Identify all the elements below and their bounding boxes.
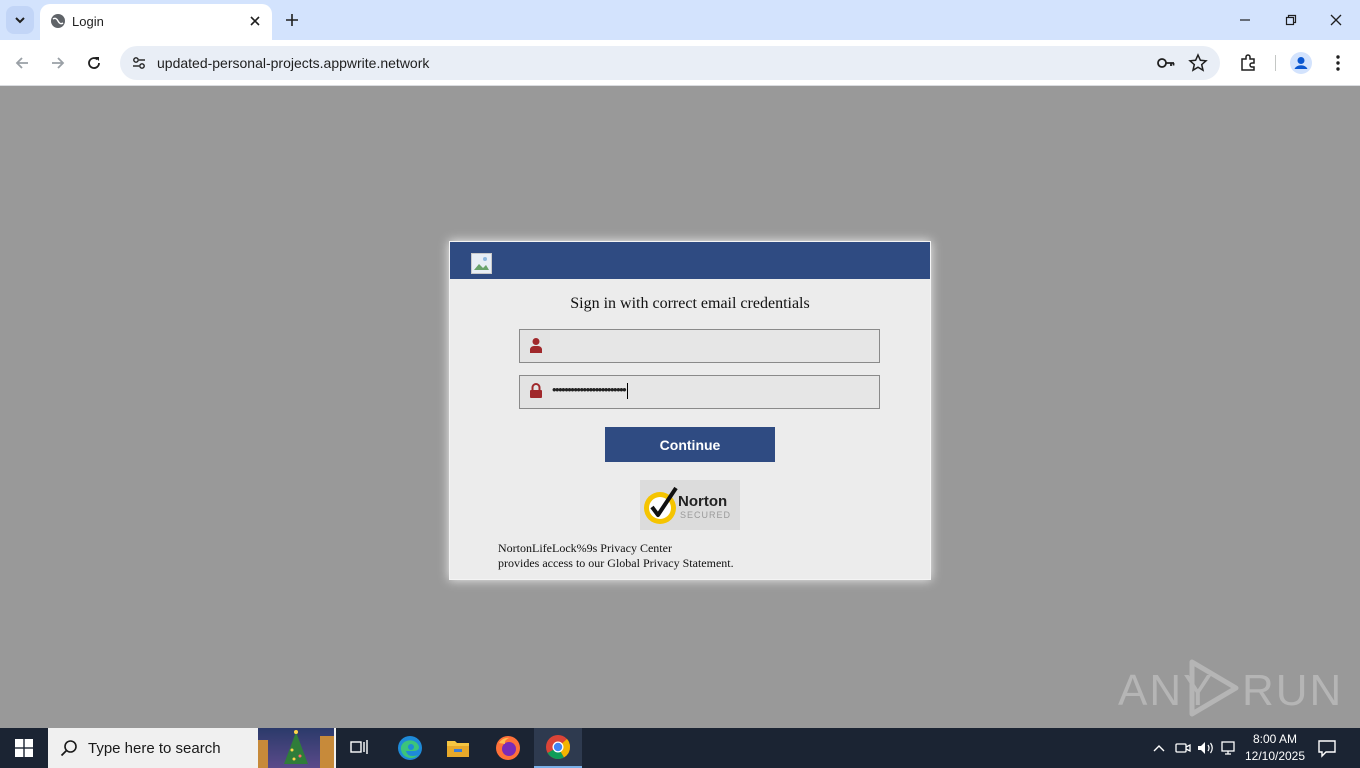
star-icon[interactable]: [1188, 53, 1208, 73]
user-icon: [530, 338, 542, 353]
system-clock[interactable]: 8:00 AM 12/10/2025: [1244, 731, 1306, 765]
norton-secured-badge[interactable]: Norton SECURED: [640, 480, 740, 530]
clock-date: 12/10/2025: [1244, 749, 1306, 763]
notifications-icon[interactable]: [1316, 737, 1338, 759]
tab-title: Login: [72, 14, 104, 29]
password-field[interactable]: ••••••••••••••••••••••••: [519, 375, 880, 409]
network-icon[interactable]: [1220, 738, 1240, 758]
privacy-line-2: provides access to our Global Privacy St…: [498, 556, 734, 570]
tab-strip: Login: [0, 0, 1360, 40]
volume-icon[interactable]: [1196, 738, 1216, 758]
firefox-icon[interactable]: [484, 728, 532, 768]
site-settings-icon[interactable]: [128, 52, 150, 74]
toolbar-separator: [1275, 55, 1276, 71]
back-icon[interactable]: [10, 51, 34, 75]
search-icon: [60, 740, 77, 757]
dialog-header: [450, 242, 930, 279]
chrome-icon[interactable]: [534, 728, 582, 768]
browser-toolbar: updated-personal-projects.appwrite.netwo…: [0, 40, 1360, 86]
search-highlight-image: [258, 728, 334, 768]
extensions-icon[interactable]: [1236, 51, 1260, 75]
taskbar-search[interactable]: Type here to search: [48, 728, 336, 768]
tab-login[interactable]: Login: [40, 4, 272, 40]
password-value: ••••••••••••••••••••••••: [552, 382, 629, 399]
windows-icon[interactable]: [0, 728, 48, 768]
minimize-icon[interactable]: [1231, 8, 1259, 32]
page-title: Sign in with correct email credentials: [570, 295, 810, 312]
globe-icon: [51, 14, 65, 28]
close-window-icon[interactable]: [1322, 8, 1350, 32]
clock-time: 8:00 AM: [1252, 732, 1298, 746]
watermark-right: RUN: [1242, 666, 1344, 715]
taskbar: Type here to search 8:00 AM 12/10/2025: [0, 728, 1360, 768]
reload-icon[interactable]: [82, 51, 106, 75]
key-icon[interactable]: [1156, 53, 1176, 73]
menu-icon[interactable]: [1326, 51, 1350, 75]
forward-icon[interactable]: [46, 51, 70, 75]
address-bar[interactable]: updated-personal-projects.appwrite.netwo…: [120, 46, 1220, 80]
profile-icon[interactable]: [1289, 51, 1313, 75]
norton-brand: Norton: [678, 493, 728, 510]
anyrun-watermark: ANY RUN: [1118, 658, 1341, 718]
broken-image-icon: [471, 253, 492, 274]
search-placeholder: Type here to search: [88, 740, 221, 757]
meet-now-icon[interactable]: [1173, 738, 1193, 758]
play-logo-icon: [1189, 659, 1239, 717]
continue-button[interactable]: Continue: [605, 427, 775, 462]
task-view-icon[interactable]: [336, 728, 384, 768]
privacy-notice: NortonLifeLock%9s Privacy Center provide…: [498, 541, 734, 571]
norton-secured-label: SECURED: [680, 510, 732, 520]
file-explorer-icon[interactable]: [434, 728, 482, 768]
login-dialog: Sign in with correct email credentials •…: [449, 241, 931, 580]
chevron-up-icon[interactable]: [1149, 738, 1169, 758]
privacy-line-1: NortonLifeLock%9s Privacy Center: [498, 541, 672, 555]
text-caret: [627, 382, 629, 399]
close-icon[interactable]: [246, 12, 264, 30]
tab-search-icon[interactable]: [6, 6, 34, 34]
edge-icon[interactable]: [386, 728, 434, 768]
restore-icon[interactable]: [1277, 8, 1305, 32]
lock-icon: [530, 383, 542, 398]
email-field[interactable]: [519, 329, 880, 363]
plus-icon[interactable]: [282, 10, 302, 30]
url-text: updated-personal-projects.appwrite.netwo…: [157, 55, 430, 71]
norton-check-icon: [644, 486, 678, 524]
